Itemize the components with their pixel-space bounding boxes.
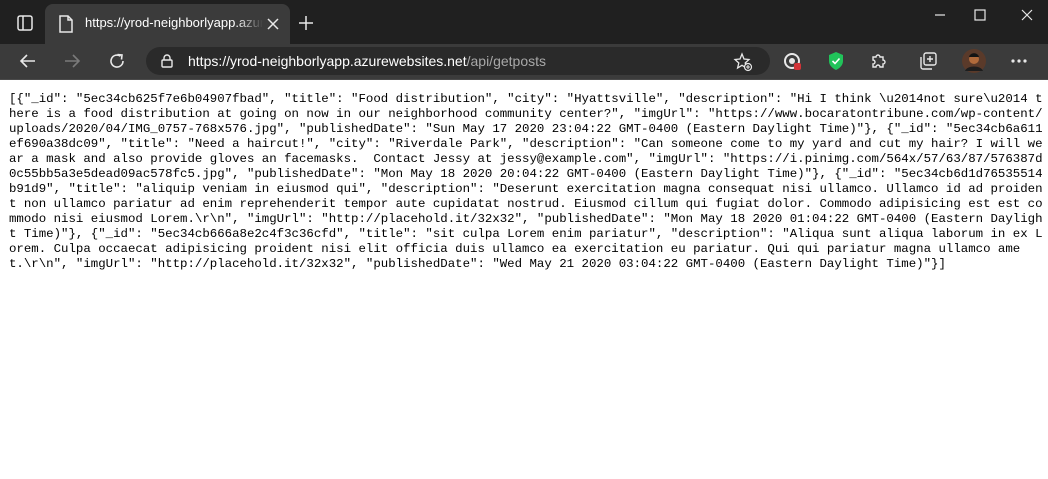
browser-toolbar: https://yrod-neighborlyapp.azurewebsites… <box>0 44 1048 80</box>
address-bar[interactable]: https://yrod-neighborlyapp.azurewebsites… <box>146 47 770 75</box>
shield-icon[interactable] <box>824 49 848 73</box>
json-response-text: [{"_id": "5ec34cb625f7e6b04907fbad", "ti… <box>9 92 1043 271</box>
puzzle-icon[interactable] <box>867 49 891 73</box>
maximize-button[interactable] <box>960 0 1000 30</box>
refresh-button[interactable] <box>103 47 131 75</box>
close-icon[interactable] <box>265 16 281 32</box>
browser-tab[interactable]: https://yrod-neighborlyapp.azurewebsites… <box>45 4 290 44</box>
page-favicon-icon <box>57 15 75 33</box>
url-path: /api/getposts <box>466 53 546 69</box>
extension-badge-icon[interactable] <box>780 49 804 73</box>
window-close-button[interactable] <box>1005 0 1048 30</box>
refresh-icon <box>110 53 124 68</box>
minimize-icon <box>935 14 945 16</box>
new-tab-button[interactable] <box>294 11 318 35</box>
back-button[interactable] <box>14 47 42 75</box>
page-content: [{"_id": "5ec34cb625f7e6b04907fbad", "ti… <box>0 80 1048 479</box>
tab-title: https://yrod-neighborlyapp.azurewebsites… <box>85 15 263 30</box>
more-icon[interactable] <box>1007 49 1031 73</box>
lock-icon[interactable] <box>160 54 174 68</box>
star-add-icon[interactable] <box>732 51 754 73</box>
collections-icon[interactable] <box>916 49 940 73</box>
title-bar: https://yrod-neighborlyapp.azurewebsites… <box>0 0 1048 44</box>
minimize-button[interactable] <box>920 0 960 30</box>
tab-actions-icon[interactable] <box>14 12 36 34</box>
url-text[interactable]: https://yrod-neighborlyapp.azurewebsites… <box>188 53 546 69</box>
maximize-icon <box>974 9 986 21</box>
avatar[interactable] <box>961 48 987 74</box>
back-arrow-icon <box>19 54 35 68</box>
close-icon <box>1021 9 1032 21</box>
plus-icon <box>299 16 313 30</box>
url-host: https://yrod-neighborlyapp.azurewebsites… <box>188 53 467 69</box>
forward-arrow-icon <box>65 54 81 68</box>
forward-button[interactable] <box>58 47 86 75</box>
